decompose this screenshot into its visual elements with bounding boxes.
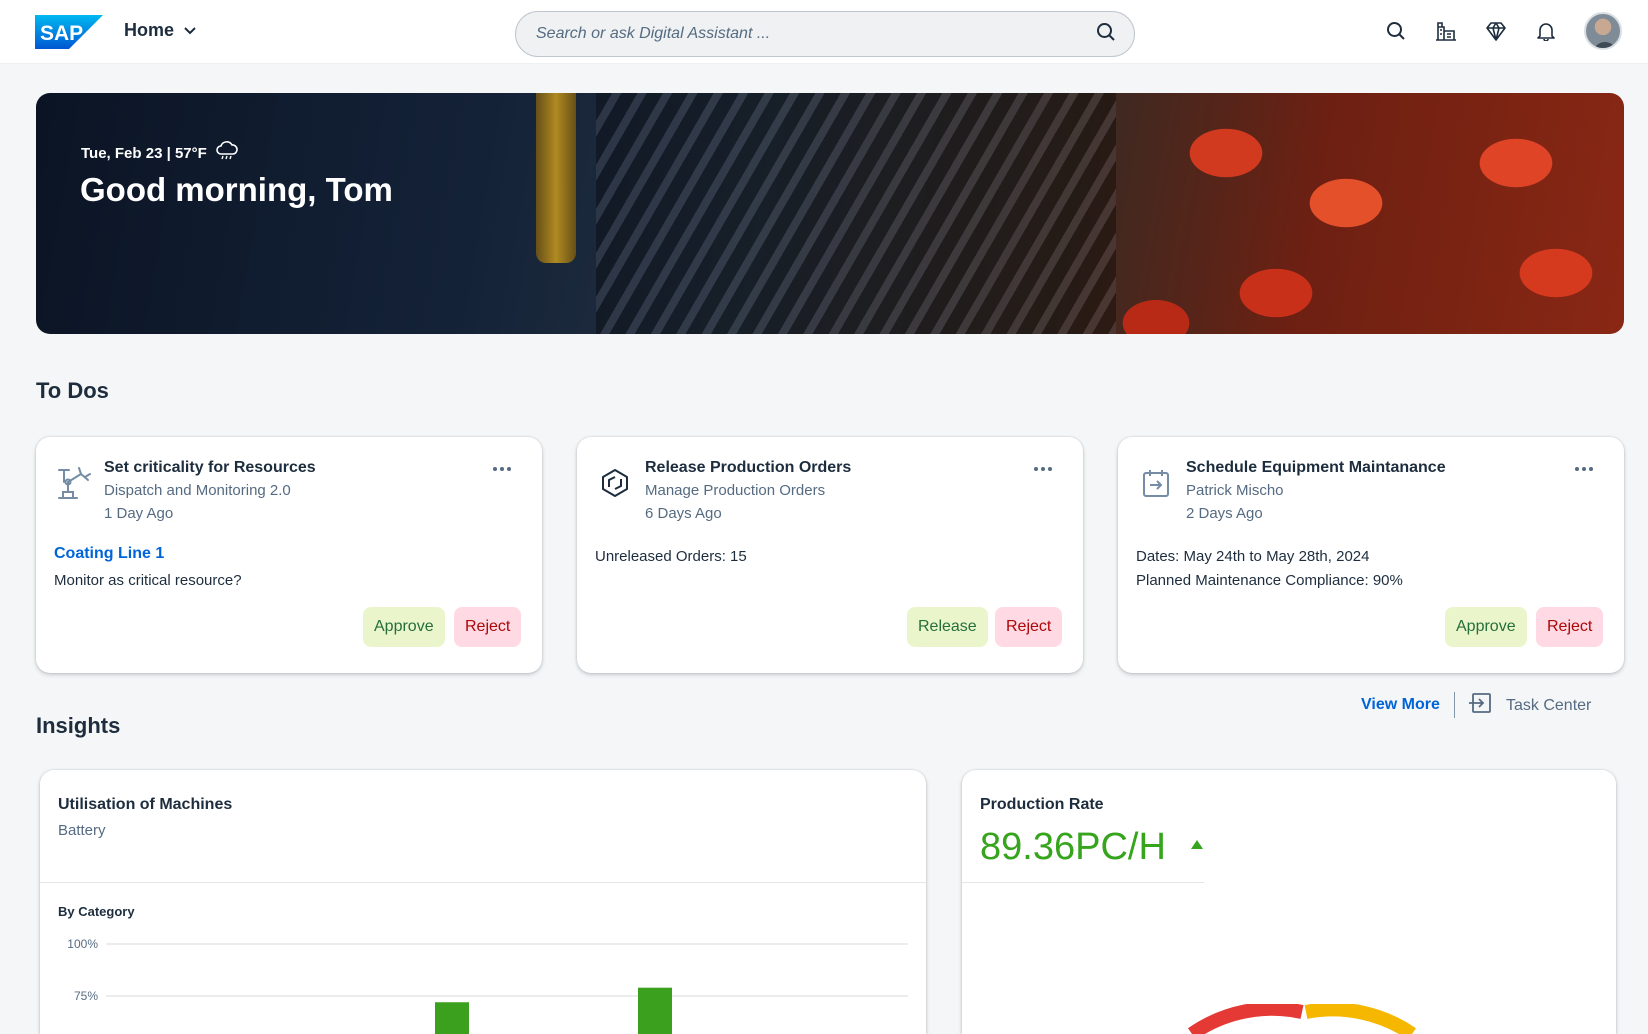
cloud-rain-icon <box>215 141 239 165</box>
svg-text:SAP: SAP <box>40 22 83 45</box>
hexagon-box-icon <box>595 463 635 503</box>
greeting: Good morning, Tom <box>80 171 393 208</box>
todo-title[interactable]: Release Production Orders <box>645 459 851 477</box>
link-separator <box>1454 692 1455 718</box>
chart-bar <box>435 1002 469 1034</box>
user-avatar[interactable] <box>1584 12 1622 50</box>
insights-title: Insights <box>36 713 121 738</box>
maintenance-dates: Dates: May 24th to May 28th, 2024 <box>1136 548 1370 565</box>
approve-button[interactable]: Approve <box>1445 607 1527 647</box>
banner-image-detail <box>536 93 576 263</box>
maintenance-compliance: Planned Maintenance Compliance: 90% <box>1136 572 1403 589</box>
todo-age: 1 Day Ago <box>104 505 174 522</box>
bell-icon[interactable] <box>1534 19 1558 43</box>
release-button[interactable]: Release <box>907 607 988 647</box>
card-subtitle: Battery <box>58 822 106 839</box>
todo-card-maintenance[interactable]: Schedule Equipment Maintanance Patrick M… <box>1118 437 1624 673</box>
task-center-label: Task Center <box>1506 696 1592 714</box>
todo-title[interactable]: Set criticality for Resources <box>104 459 316 477</box>
reject-button[interactable]: Reject <box>995 607 1063 647</box>
task-center-link[interactable]: Task Center <box>1468 692 1591 719</box>
date-weather: Tue, Feb 23 | 57°F <box>81 141 239 165</box>
approve-button[interactable]: Approve <box>363 607 445 647</box>
production-rate-card[interactable]: Production Rate 89.36PC/H <box>962 770 1616 1034</box>
trend-up-icon <box>1191 836 1203 854</box>
todos-title: To Dos <box>36 378 109 403</box>
more-options-icon[interactable] <box>1572 461 1596 477</box>
production-gauge <box>1187 1004 1416 1034</box>
diamond-icon[interactable] <box>1484 19 1508 43</box>
todo-card-release-orders[interactable]: Release Production Orders Manage Product… <box>577 437 1083 673</box>
todo-title[interactable]: Schedule Equipment Maintanance <box>1186 459 1446 477</box>
home-label: Home <box>124 20 175 40</box>
view-more-link[interactable]: View More <box>1361 696 1440 714</box>
banner-image <box>596 93 1116 334</box>
chart-title: By Category <box>58 904 135 919</box>
todo-subtitle: Manage Production Orders <box>645 482 826 499</box>
card-title: Utilisation of Machines <box>58 796 233 813</box>
reject-button[interactable]: Reject <box>1536 607 1604 647</box>
date-weather-text: Tue, Feb 23 | 57°F <box>81 144 207 162</box>
building-icon[interactable] <box>1434 19 1458 43</box>
more-options-icon[interactable] <box>490 461 514 477</box>
card-divider <box>962 882 1204 883</box>
reject-button[interactable]: Reject <box>454 607 522 647</box>
home-menu[interactable]: Home <box>124 20 196 41</box>
robot-arm-icon <box>54 463 94 503</box>
task-center-icon <box>1468 692 1492 719</box>
welcome-banner: Tue, Feb 23 | 57°F Good morning, Tom <box>36 93 1624 334</box>
todo-age: 2 Days Ago <box>1186 505 1263 522</box>
calendar-arrow-icon <box>1136 463 1176 503</box>
kpi-value: 89.36PC/H <box>980 826 1166 868</box>
search-icon[interactable] <box>1096 22 1116 47</box>
todo-question: Monitor as critical resource? <box>54 572 242 589</box>
shell-actions <box>1384 12 1622 50</box>
y-tick-label: 100% <box>67 937 98 951</box>
todo-card-criticality[interactable]: Set criticality for Resources Dispatch a… <box>36 437 542 673</box>
sap-logo[interactable]: SAP <box>35 15 103 49</box>
gauge-red-segment <box>1187 1004 1304 1034</box>
todo-subtitle: Dispatch and Monitoring 2.0 <box>104 482 291 499</box>
gauge-yellow-segment <box>1304 1004 1416 1034</box>
utilisation-card[interactable]: Utilisation of Machines Battery By Categ… <box>40 770 926 1034</box>
todo-age: 6 Days Ago <box>645 505 722 522</box>
utilisation-bar-chart: 100% 75% <box>67 937 908 1034</box>
resource-link[interactable]: Coating Line 1 <box>54 545 164 563</box>
todo-subtitle: Patrick Mischo <box>1186 482 1284 499</box>
card-title: Production Rate <box>980 796 1104 813</box>
chevron-down-icon <box>184 22 196 40</box>
chart-bar <box>638 987 672 1034</box>
search-field[interactable] <box>515 11 1135 57</box>
search-input[interactable] <box>536 25 1096 43</box>
y-tick-label: 75% <box>74 989 98 1003</box>
search-icon[interactable] <box>1384 19 1408 43</box>
unreleased-orders: Unreleased Orders: 15 <box>595 548 747 565</box>
shell-bar: SAP Home <box>0 0 1648 64</box>
card-divider <box>40 882 926 883</box>
more-options-icon[interactable] <box>1031 461 1055 477</box>
